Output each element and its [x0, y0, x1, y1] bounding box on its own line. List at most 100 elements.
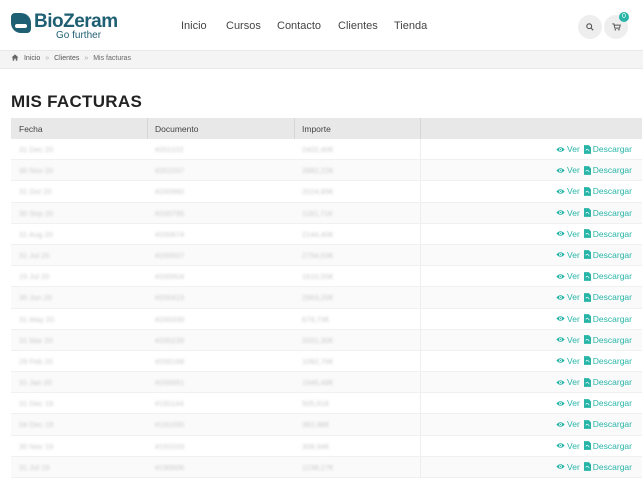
search-button[interactable] [578, 15, 602, 39]
pdf-file-icon [583, 314, 591, 323]
column-divider [420, 456, 421, 477]
breadcrumb-bar: Inicio » Clientes » Mis facturas [0, 50, 643, 69]
row-actions: Ver Descargar [556, 377, 632, 387]
download-button[interactable]: Descargar [583, 208, 632, 218]
nav-item-tienda[interactable]: Tienda [394, 20, 427, 32]
view-label: Ver [567, 313, 580, 324]
cell-date: 31 Oct 20 [19, 187, 52, 197]
pdf-file-icon [583, 292, 591, 302]
pdf-file-icon [583, 187, 591, 196]
download-button[interactable]: Descargar [583, 229, 632, 239]
download-button[interactable]: Descargar [583, 461, 632, 472]
view-button[interactable]: Ver [556, 314, 580, 324]
table-row: 29 Feb 20 #200168 1082,76€ Ver Descargar [11, 350, 642, 373]
view-button[interactable]: Ver [556, 419, 580, 429]
download-button[interactable]: Descargar [583, 292, 632, 302]
column-header-fecha: Fecha [19, 124, 43, 134]
column-divider [420, 414, 421, 435]
pdf-file-icon [583, 208, 591, 217]
view-button[interactable]: Ver [556, 335, 580, 345]
brand-logo[interactable]: BioZeram Go further [11, 11, 118, 41]
view-label: Ver [567, 271, 580, 282]
download-label: Descargar [592, 440, 632, 451]
home-icon[interactable] [11, 54, 19, 61]
cell-date: 30 Jun 20 [19, 293, 52, 303]
download-label: Descargar [592, 461, 632, 472]
column-divider [420, 160, 421, 181]
view-button[interactable]: Ver [556, 398, 580, 408]
cell-document: #200507 [155, 250, 185, 260]
row-actions: Ver Descargar [556, 462, 632, 472]
pdf-file-icon [583, 441, 591, 450]
download-button[interactable]: Descargar [583, 398, 632, 408]
row-actions: Ver Descargar [556, 271, 632, 281]
cell-amount: 1238,27€ [302, 462, 334, 472]
pdf-file-icon [583, 356, 591, 366]
cell-amount: 2402,40€ [302, 145, 334, 154]
column-header-importe: Importe [302, 124, 331, 134]
eye-icon [556, 231, 565, 236]
cell-document: #191144 [155, 399, 184, 409]
view-button[interactable]: Ver [556, 356, 580, 366]
row-actions: Ver Descargar [556, 292, 632, 302]
download-button[interactable]: Descargar [583, 249, 632, 260]
view-button[interactable]: Ver [556, 441, 580, 451]
view-label: Ver [567, 249, 580, 260]
download-button[interactable]: Descargar [583, 186, 632, 197]
breadcrumb-clientes[interactable]: Clientes [54, 55, 79, 62]
nav-item-cursos[interactable]: Cursos [226, 20, 261, 32]
eye-icon [556, 358, 565, 364]
eye-icon [556, 189, 565, 194]
column-divider [420, 372, 421, 393]
view-label: Ver [567, 186, 580, 197]
download-label: Descargar [592, 249, 632, 260]
nav-item-clientes[interactable]: Clientes [338, 20, 378, 32]
eye-icon [556, 252, 565, 258]
download-button[interactable]: Descargar [583, 335, 632, 345]
cell-document: #200415 [155, 293, 185, 303]
cell-document: #200674 [155, 229, 185, 239]
cell-document: #191033 [155, 441, 185, 451]
cell-date: 15 Jul 20 [19, 272, 50, 282]
download-button[interactable]: Descargar [583, 440, 632, 451]
download-button[interactable]: Descargar [583, 419, 632, 429]
view-button[interactable]: Ver [556, 208, 580, 218]
cell-date: 31 Jul 20 [19, 250, 50, 260]
nav-item-contacto[interactable]: Contacto [277, 20, 321, 32]
table-row: 30 Jun 20 #200415 2963,20€ Ver Descargar [11, 287, 642, 309]
view-button[interactable]: Ver [556, 229, 580, 239]
download-button[interactable]: Descargar [583, 355, 632, 366]
view-button[interactable]: Ver [556, 292, 580, 302]
nav-item-inicio[interactable]: Inicio [181, 20, 207, 32]
cell-amount: 2963,20€ [302, 293, 334, 303]
download-button[interactable]: Descargar [583, 144, 632, 154]
table-body: 31 Dec 20 #201102 2402,40€ Ver Descargar [11, 139, 642, 478]
view-button[interactable]: Ver [556, 250, 580, 260]
pdf-file-icon [583, 165, 591, 175]
pdf-file-icon [583, 335, 591, 345]
view-button[interactable]: Ver [556, 165, 580, 175]
breadcrumb-inicio[interactable]: Inicio [24, 55, 40, 62]
eye-icon [556, 401, 565, 406]
eye-icon [556, 464, 565, 470]
view-button[interactable]: Ver [556, 186, 580, 196]
row-actions: Ver Descargar [556, 208, 632, 218]
download-label: Descargar [592, 186, 632, 197]
row-actions: Ver Descargar [556, 419, 632, 429]
download-label: Descargar [592, 165, 632, 176]
download-button[interactable]: Descargar [583, 377, 632, 387]
view-button[interactable]: Ver [556, 271, 580, 281]
view-button[interactable]: Ver [556, 377, 580, 387]
column-divider [420, 393, 421, 414]
download-button[interactable]: Descargar [583, 165, 632, 176]
download-button[interactable]: Descargar [583, 314, 632, 324]
download-button[interactable]: Descargar [583, 271, 632, 281]
download-label: Descargar [592, 355, 632, 366]
view-button[interactable]: Ver [556, 462, 580, 472]
brand-tagline: Go further [56, 30, 102, 41]
cell-amount: 679,73€ [302, 314, 330, 324]
cell-date: 31 Jan 20 [19, 378, 52, 388]
view-button[interactable]: Ver [556, 144, 580, 154]
cell-date: 31 Dec 20 [19, 145, 54, 154]
view-label: Ver [567, 355, 580, 366]
